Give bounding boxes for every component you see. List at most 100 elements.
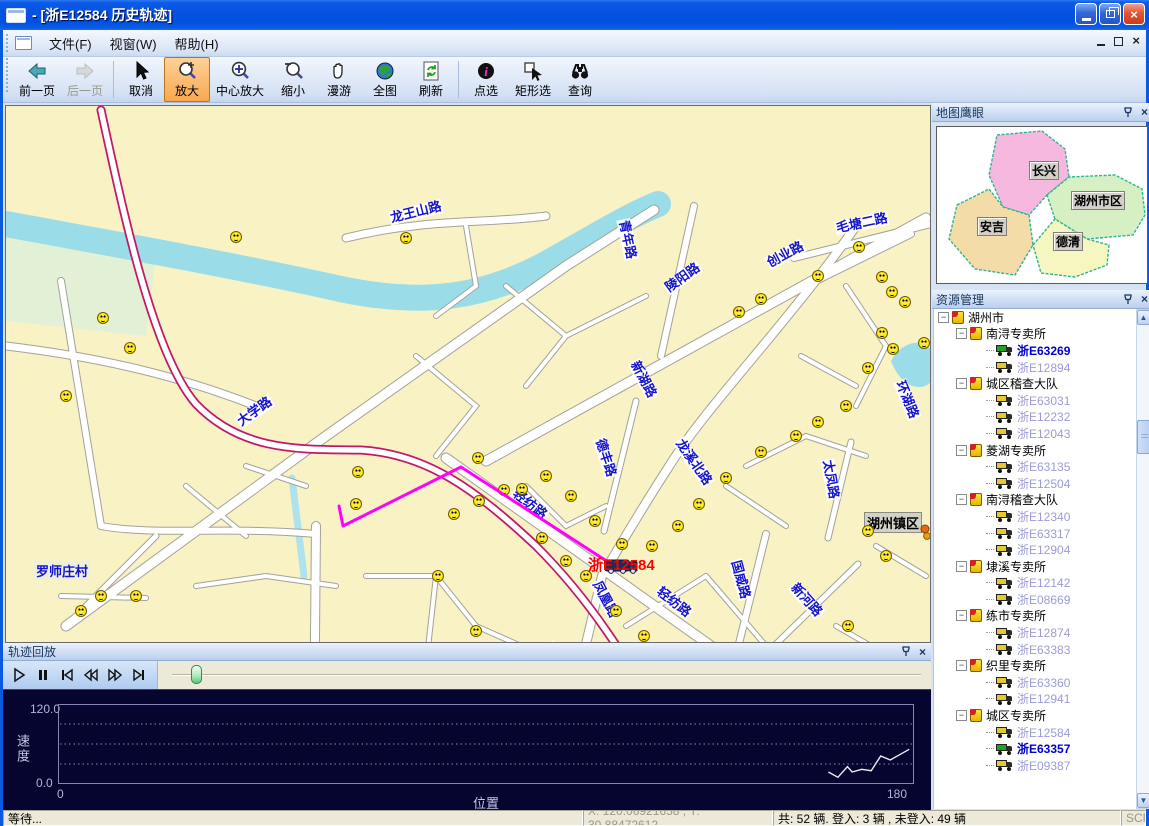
- playback-play-button[interactable]: [7, 664, 30, 686]
- poi-smiley-marker[interactable]: [876, 327, 888, 339]
- pin-icon[interactable]: [1123, 107, 1133, 118]
- poi-smiley-marker[interactable]: [842, 620, 854, 632]
- toolbar-button-缩小[interactable]: 缩小: [270, 57, 316, 102]
- poi-smiley-marker[interactable]: [755, 446, 767, 458]
- tree-vehicle-浙E63383[interactable]: 浙E63383: [934, 641, 1137, 658]
- scroll-up-icon[interactable]: ▲: [1137, 310, 1149, 325]
- minimize-button[interactable]: [1075, 3, 1097, 25]
- poi-smiley-marker[interactable]: [899, 296, 911, 308]
- poi-smiley-marker[interactable]: [400, 232, 412, 244]
- toolbar-button-点选[interactable]: i点选: [463, 57, 509, 102]
- tree-collapse-icon[interactable]: −: [956, 610, 967, 621]
- poi-smiley-marker[interactable]: [536, 532, 548, 544]
- restore-button[interactable]: [1099, 3, 1121, 25]
- tree-collapse-icon[interactable]: −: [956, 710, 967, 721]
- mdi-minimize-icon[interactable]: [1097, 44, 1105, 46]
- poi-smiley-marker[interactable]: [853, 241, 865, 253]
- mdi-child-icon[interactable]: [15, 36, 32, 50]
- tree-vehicle-浙E12043[interactable]: 浙E12043: [934, 425, 1137, 442]
- poi-smiley-marker[interactable]: [565, 490, 577, 502]
- poi-smiley-marker[interactable]: [886, 286, 898, 298]
- tree-collapse-icon[interactable]: −: [956, 378, 967, 389]
- toolbar-button-中心放大[interactable]: 中心放大: [210, 57, 270, 102]
- close-panel-icon[interactable]: ×: [1141, 292, 1148, 306]
- close-panel-icon[interactable]: ×: [1141, 105, 1148, 119]
- tree-group-练市专卖所[interactable]: −练市专卖所: [934, 608, 1137, 625]
- poi-smiley-marker[interactable]: [473, 495, 485, 507]
- tree-vehicle-浙E12584[interactable]: 浙E12584: [934, 724, 1137, 741]
- poi-smiley-marker[interactable]: [350, 498, 362, 510]
- toolbar-button-矩形选[interactable]: 矩形选: [509, 57, 557, 102]
- poi-smiley-marker[interactable]: [97, 312, 109, 324]
- tree-vehicle-浙E63360[interactable]: 浙E63360: [934, 674, 1137, 691]
- toolbar-button-漫游[interactable]: 漫游: [316, 57, 362, 102]
- toolbar-button-刷新[interactable]: 刷新: [408, 57, 454, 102]
- poi-smiley-marker[interactable]: [616, 538, 628, 550]
- tree-vehicle-浙E12504[interactable]: 浙E12504: [934, 475, 1137, 492]
- tree-vehicle-浙E63317[interactable]: 浙E63317: [934, 525, 1137, 542]
- poi-smiley-marker[interactable]: [672, 520, 684, 532]
- tree-collapse-icon[interactable]: −: [956, 494, 967, 505]
- poi-smiley-marker[interactable]: [790, 430, 802, 442]
- toolbar-button-后一页[interactable]: 后一页: [61, 57, 109, 102]
- tree-vehicle-浙E63357[interactable]: 浙E63357: [934, 740, 1137, 757]
- poi-smiley-marker[interactable]: [733, 306, 745, 318]
- playback-step-start-button[interactable]: [55, 664, 78, 686]
- toolbar-button-取消[interactable]: 取消: [118, 57, 164, 102]
- tree-vehicle-浙E12941[interactable]: 浙E12941: [934, 691, 1137, 708]
- mdi-restore-icon[interactable]: [1114, 37, 1123, 46]
- scroll-down-icon[interactable]: ▼: [1137, 793, 1149, 808]
- poi-smiley-marker[interactable]: [693, 498, 705, 510]
- tree-collapse-icon[interactable]: −: [956, 660, 967, 671]
- tree-group-城区稽查大队[interactable]: −城区稽查大队: [934, 375, 1137, 392]
- poi-smiley-marker[interactable]: [840, 400, 852, 412]
- mdi-close-icon[interactable]: ×: [1132, 36, 1140, 46]
- toolbar-button-前一页[interactable]: 前一页: [13, 57, 61, 102]
- poi-smiley-marker[interactable]: [876, 271, 888, 283]
- pin-icon[interactable]: [1123, 294, 1133, 305]
- tree-collapse-icon[interactable]: −: [956, 445, 967, 456]
- playback-pause-button[interactable]: [31, 664, 54, 686]
- poi-smiley-marker[interactable]: [498, 484, 510, 496]
- tree-vehicle-浙E12904[interactable]: 浙E12904: [934, 541, 1137, 558]
- menu-item-0[interactable]: 文件(F): [40, 31, 101, 56]
- playback-rewind-button[interactable]: [79, 664, 102, 686]
- poi-smiley-marker[interactable]: [812, 270, 824, 282]
- poi-smiley-marker[interactable]: [638, 630, 650, 642]
- slider-thumb[interactable]: [191, 665, 202, 684]
- poi-smiley-marker[interactable]: [60, 390, 72, 402]
- tree-group-织里专卖所[interactable]: −织里专卖所: [934, 657, 1137, 674]
- toolbar-grip[interactable]: [5, 57, 10, 93]
- poi-smiley-marker[interactable]: [755, 293, 767, 305]
- tree-vehicle-浙E12340[interactable]: 浙E12340: [934, 508, 1137, 525]
- tree-vehicle-浙E09387[interactable]: 浙E09387: [934, 757, 1137, 774]
- tree-vehicle-浙E12874[interactable]: 浙E12874: [934, 624, 1137, 641]
- poi-smiley-marker[interactable]: [124, 342, 136, 354]
- poi-smiley-marker[interactable]: [720, 472, 732, 484]
- tree-group-南浔专卖所[interactable]: −南浔专卖所: [934, 326, 1137, 343]
- poi-smiley-marker[interactable]: [540, 470, 552, 482]
- poi-smiley-marker[interactable]: [448, 508, 460, 520]
- scroll-thumb[interactable]: [1137, 420, 1149, 454]
- playback-fast-forward-button[interactable]: [103, 664, 126, 686]
- poi-smiley-marker[interactable]: [610, 605, 622, 617]
- poi-smiley-marker[interactable]: [812, 416, 824, 428]
- tree-vehicle-浙E08669[interactable]: 浙E08669: [934, 591, 1137, 608]
- poi-smiley-marker[interactable]: [880, 550, 892, 562]
- poi-smiley-marker[interactable]: [470, 625, 482, 637]
- tree-vehicle-浙E63269[interactable]: 浙E63269: [934, 342, 1137, 359]
- close-button[interactable]: ×: [1123, 3, 1145, 25]
- poi-smiley-marker[interactable]: [918, 337, 930, 349]
- poi-smiley-marker[interactable]: [887, 343, 899, 355]
- toolbar-button-全图[interactable]: 全图: [362, 57, 408, 102]
- close-panel-icon[interactable]: ×: [919, 645, 926, 659]
- poi-smiley-marker[interactable]: [589, 515, 601, 527]
- playback-slider[interactable]: [158, 661, 931, 689]
- poi-smiley-marker[interactable]: [230, 231, 242, 243]
- poi-smiley-marker[interactable]: [432, 570, 444, 582]
- map-canvas[interactable]: 龙王山路青年路毛塘二路创业路陵阳路环湖路新湖路大学路德丰路龙溪北路轻纺路太凤路国…: [5, 105, 931, 643]
- poi-smiley-marker[interactable]: [862, 362, 874, 374]
- menu-item-2[interactable]: 帮助(H): [166, 31, 228, 56]
- toolbar-button-放大[interactable]: 放大: [164, 57, 210, 102]
- tree-group-埭溪专卖所[interactable]: −埭溪专卖所: [934, 558, 1137, 575]
